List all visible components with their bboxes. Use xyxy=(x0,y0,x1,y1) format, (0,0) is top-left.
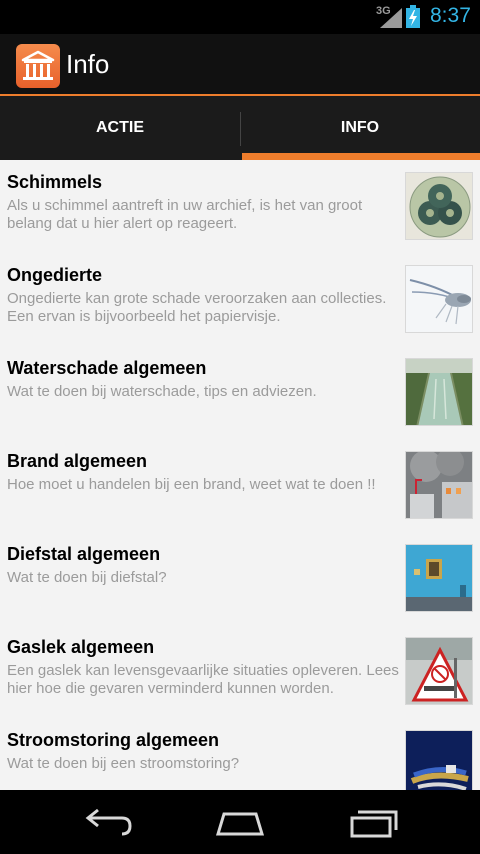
water-damage-thumbnail xyxy=(405,358,473,426)
item-title: Stroomstoring algemeen xyxy=(7,730,220,750)
item-title: Brand algemeen xyxy=(7,451,148,471)
item-description: Wat te doen bij waterschade, tips en adv… xyxy=(7,383,317,400)
item-description: Wat te doen bij een stroomstoring? xyxy=(7,755,240,772)
item-title: Waterschade algemeen xyxy=(7,358,207,378)
item-title: Ongedierte xyxy=(7,265,103,285)
item-description: Als u schimmel aantreft in uw archief, i… xyxy=(7,197,363,232)
mold-thumbnail xyxy=(405,172,473,240)
list-item-schimmels[interactable]: Schimmels Als u schimmel aantreft in uw … xyxy=(0,160,480,253)
item-description: Wat te doen bij diefstal? xyxy=(7,569,167,586)
gas-leak-thumbnail xyxy=(405,637,473,705)
item-description: Ongedierte kan grote schade veroorzaken … xyxy=(7,290,387,325)
item-title: Schimmels xyxy=(7,172,103,192)
list-item-ongedierte[interactable]: Ongedierte Ongedierte kan grote schade v… xyxy=(0,253,480,346)
fire-thumbnail xyxy=(405,451,473,519)
status-bar: 3G 8:37 xyxy=(0,0,480,34)
item-title: Diefstal algemeen xyxy=(7,544,161,564)
info-list[interactable]: Schimmels Als u schimmel aantreft in uw … xyxy=(0,160,480,790)
status-time: 8:37 xyxy=(430,4,471,27)
list-item-waterschade[interactable]: Waterschade algemeen Wat te doen bij wat… xyxy=(0,346,480,439)
list-item-stroomstoring[interactable]: Stroomstoring algemeen Wat te doen bij e… xyxy=(0,718,480,790)
back-icon[interactable] xyxy=(78,804,138,840)
recent-apps-icon[interactable] xyxy=(344,804,404,840)
item-description: Een gaslek kan levensgevaarlijke situati… xyxy=(7,662,399,697)
tab-actie[interactable]: ACTIE xyxy=(0,96,240,160)
item-description: Hoe moet u handelen bij een brand, weet … xyxy=(7,476,376,493)
list-item-brand[interactable]: Brand algemeen Hoe moet u handelen bij e… xyxy=(0,439,480,532)
signal-icon xyxy=(380,8,402,28)
tab-bar: ACTIE INFO xyxy=(0,96,480,160)
item-title: Gaslek algemeen xyxy=(7,637,155,657)
tab-info[interactable]: INFO xyxy=(240,96,480,160)
archive-building-icon[interactable] xyxy=(16,44,60,88)
home-icon[interactable] xyxy=(210,804,270,840)
battery-charging-icon xyxy=(406,5,420,28)
tab-selected-indicator xyxy=(242,153,480,160)
navigation-bar xyxy=(0,790,480,854)
list-item-gaslek[interactable]: Gaslek algemeen Een gaslek kan levensgev… xyxy=(0,625,480,718)
silverfish-thumbnail xyxy=(405,265,473,333)
theft-thumbnail xyxy=(405,544,473,612)
list-item-diefstal[interactable]: Diefstal algemeen Wat te doen bij diefst… xyxy=(0,532,480,625)
power-outage-thumbnail xyxy=(405,730,473,790)
action-bar: Info xyxy=(0,34,480,94)
app-title: Info xyxy=(66,49,110,79)
